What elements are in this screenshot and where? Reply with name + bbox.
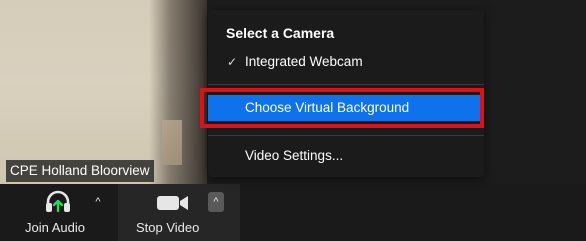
- video-camera-icon[interactable]: [156, 194, 190, 217]
- menu-item-label: Choose Virtual Background: [245, 100, 410, 115]
- menu-item-integrated-webcam[interactable]: ✓ Integrated Webcam: [208, 49, 484, 75]
- zoom-meeting-window: CPE Holland Bloorview ^ Join Audio ^ Sto…: [0, 0, 586, 241]
- menu-title: Select a Camera: [226, 25, 335, 41]
- join-audio-group: ^ Join Audio: [0, 184, 118, 241]
- headphones-arrow-icon[interactable]: [44, 190, 72, 219]
- video-options-caret[interactable]: ^: [208, 192, 224, 212]
- menu-item-choose-virtual-background[interactable]: Choose Virtual Background: [208, 95, 484, 121]
- checkmark-icon: ✓: [227, 55, 238, 69]
- join-audio-label[interactable]: Join Audio: [25, 220, 85, 235]
- meeting-toolbar: ^ Join Audio ^ Stop Video: [0, 184, 586, 241]
- video-background-detail: [162, 120, 182, 165]
- stop-video-group: ^ Stop Video: [118, 184, 240, 241]
- participant-video-feed: [0, 0, 207, 184]
- menu-divider: [208, 84, 484, 85]
- menu-item-label: Video Settings...: [245, 148, 344, 163]
- menu-item-video-settings[interactable]: Video Settings...: [208, 143, 484, 169]
- camera-options-menu: Select a Camera ✓ Integrated Webcam Choo…: [208, 10, 484, 177]
- audio-options-caret[interactable]: ^: [90, 192, 106, 212]
- participant-name-label: CPE Holland Bloorview: [6, 160, 154, 182]
- stop-video-label[interactable]: Stop Video: [136, 220, 199, 235]
- menu-divider: [208, 135, 484, 136]
- menu-item-label: Integrated Webcam: [245, 54, 363, 69]
